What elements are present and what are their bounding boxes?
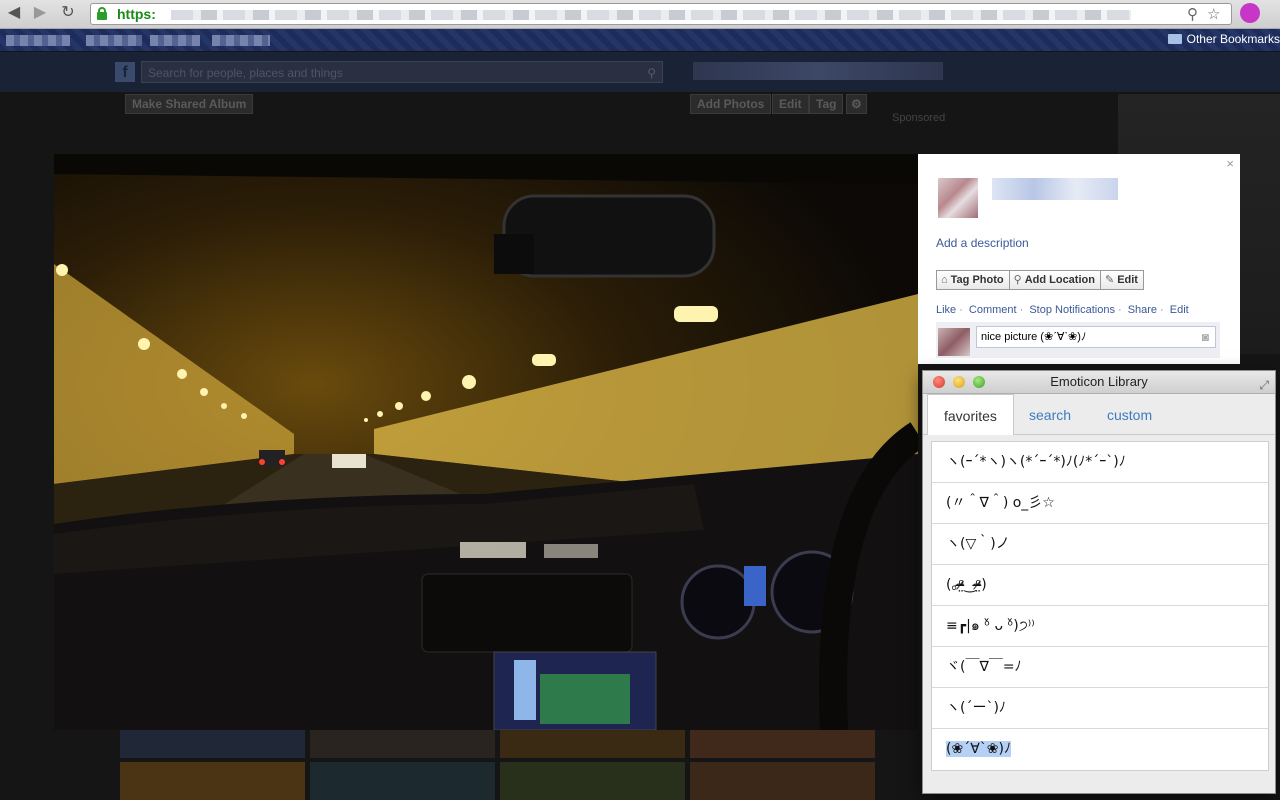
emoticon-text: ≡┏|๑ ᵒ̌ ᴗ ᵒ̌)੭⁾⁾ bbox=[946, 618, 1035, 634]
pencil-icon: ✎ bbox=[1104, 274, 1115, 286]
emoticon-item[interactable]: ヽ(ｰ´*ヽ)ヽ(*´ｰ´*)ﾉ(ﾉ*´ｰ`)ﾉ bbox=[932, 442, 1268, 483]
lock-icon bbox=[97, 7, 107, 20]
camera-icon[interactable]: ◙ bbox=[1202, 327, 1209, 347]
emoticon-item[interactable]: (｡ᵒ̴̶̷̤‿ᵒ̴̶̷̤) bbox=[932, 565, 1268, 606]
close-icon[interactable]: × bbox=[1226, 156, 1234, 171]
thumbnail[interactable] bbox=[310, 730, 495, 758]
thumbnail[interactable] bbox=[120, 762, 305, 800]
close-window-icon[interactable] bbox=[933, 376, 945, 388]
url-redacted bbox=[171, 10, 1131, 20]
edit-photo-label: Edit bbox=[1117, 274, 1138, 286]
minimize-window-icon[interactable] bbox=[953, 376, 965, 388]
add-location-button[interactable]: ⚲ Add Location bbox=[1008, 270, 1101, 290]
fb-header: f Search for people, places and things ⚲ bbox=[0, 52, 1280, 92]
sponsored-label: Sponsored bbox=[892, 112, 946, 124]
forward-arrow-icon[interactable]: ▶ bbox=[30, 3, 50, 23]
fb-user-redacted bbox=[693, 62, 943, 80]
thumbnail[interactable] bbox=[500, 762, 685, 800]
zoom-window-icon[interactable] bbox=[973, 376, 985, 388]
emoticon-text: ヽ(´ー`)ﾉ bbox=[946, 700, 1006, 716]
add-photos-button[interactable]: Add Photos bbox=[690, 94, 772, 114]
bookmark-item[interactable] bbox=[212, 35, 270, 46]
location-pin-icon: ⚲ bbox=[1013, 274, 1022, 286]
bookmark-item[interactable] bbox=[86, 35, 142, 46]
photo-info-panel: × Add a description ⌂ Tag Photo ⚲ Add Loca… bbox=[918, 154, 1240, 364]
fullscreen-icon[interactable]: ⤢ bbox=[1259, 374, 1269, 396]
emoticon-text: (〃＾∇＾) o_彡☆ bbox=[946, 495, 1055, 511]
comment-link[interactable]: Comment bbox=[969, 304, 1017, 316]
edit-link[interactable]: Edit bbox=[1170, 304, 1189, 316]
tag-icon: ⌂ bbox=[941, 274, 948, 286]
url-scheme: https: bbox=[117, 6, 156, 22]
emoticon-item[interactable]: ≡┏|๑ ᵒ̌ ᴗ ᵒ̌)੭⁾⁾ bbox=[932, 606, 1268, 647]
emoticon-item[interactable]: ヽ(´ー`)ﾉ bbox=[932, 688, 1268, 729]
emoticon-text: (｡ᵒ̴̶̷̤‿ᵒ̴̶̷̤) bbox=[946, 577, 987, 593]
make-shared-album-button[interactable]: Make Shared Album bbox=[125, 94, 254, 114]
address-bar[interactable]: https: ⚲ ☆ bbox=[90, 3, 1232, 25]
emoticon-text: ヽ(ｰ´*ヽ)ヽ(*´ｰ´*)ﾉ(ﾉ*´ｰ`)ﾉ bbox=[946, 454, 1126, 470]
photo-links-row: Like · Comment · Stop Notifications · Share… bbox=[936, 304, 1189, 316]
tag-photo-label: Tag Photo bbox=[950, 274, 1004, 286]
album-tag-button[interactable]: Tag bbox=[809, 94, 844, 114]
tag-photo-button[interactable]: ⌂ Tag Photo bbox=[936, 270, 1010, 290]
stop-notifications-link[interactable]: Stop Notifications bbox=[1029, 304, 1115, 316]
browser-toolbar: ◀ ▶ ↻ https: ⚲ ☆ bbox=[0, 0, 1280, 29]
fb-search-placeholder: Search for people, places and things bbox=[148, 66, 343, 80]
emoticon-library-window: Emoticon Library ⤢ favorites search cust… bbox=[922, 370, 1276, 794]
window-title: Emoticon Library bbox=[1050, 374, 1148, 389]
owner-name-redacted[interactable] bbox=[992, 178, 1118, 200]
other-bookmarks-label: Other Bookmarks bbox=[1186, 32, 1280, 46]
emoticon-item-selected[interactable]: (❀ˊ∀ˋ❀)ﾉ bbox=[932, 729, 1268, 770]
thumbnail[interactable] bbox=[690, 762, 875, 800]
thumbnail[interactable] bbox=[310, 762, 495, 800]
emoticon-item[interactable]: (〃＾∇＾) o_彡☆ bbox=[932, 483, 1268, 524]
thumbnail[interactable] bbox=[120, 730, 305, 758]
avatar[interactable] bbox=[938, 178, 978, 218]
window-titlebar[interactable]: Emoticon Library ⤢ bbox=[923, 371, 1275, 394]
add-location-label: Add Location bbox=[1024, 274, 1095, 286]
emoticon-text: ヾ(￣∇￣=ﾉ bbox=[946, 659, 1022, 675]
star-icon[interactable]: ☆ bbox=[1207, 5, 1220, 23]
other-bookmarks[interactable]: Other Bookmarks bbox=[1167, 32, 1280, 46]
emoticon-item[interactable]: ヽ(▽｀)ノ bbox=[932, 524, 1268, 565]
emoticon-list: ヽ(ｰ´*ヽ)ヽ(*´ｰ´*)ﾉ(ﾉ*´ｰ`)ﾉ (〃＾∇＾) o_彡☆ ヽ(▽… bbox=[931, 441, 1269, 771]
thumbnail[interactable] bbox=[690, 730, 875, 758]
photo-action-buttons: ⌂ Tag Photo ⚲ Add Location ✎ Edit bbox=[936, 270, 1144, 290]
settings-icon[interactable]: ⚙ bbox=[846, 94, 867, 114]
comment-box: nice picture (❀ˊ∀ˋ❀)ﾉ ◙ bbox=[936, 322, 1220, 358]
tab-favorites[interactable]: favorites bbox=[927, 394, 1014, 435]
tab-custom[interactable]: custom bbox=[1091, 394, 1168, 434]
reload-icon[interactable]: ↻ bbox=[58, 3, 78, 23]
commenter-avatar bbox=[938, 328, 970, 356]
bookmarks-bar: Other Bookmarks bbox=[0, 29, 1280, 51]
tunnel-photo-illustration bbox=[54, 154, 918, 730]
zoom-icon[interactable]: ⚲ bbox=[1187, 5, 1198, 23]
bookmark-item[interactable] bbox=[6, 35, 70, 46]
emoticon-tabs: favorites search custom bbox=[923, 394, 1275, 435]
search-icon[interactable]: ⚲ bbox=[647, 62, 656, 84]
share-link[interactable]: Share bbox=[1128, 304, 1157, 316]
comment-input[interactable]: nice picture (❀ˊ∀ˋ❀)ﾉ ◙ bbox=[976, 326, 1216, 348]
extension-icon[interactable] bbox=[1240, 3, 1260, 23]
facebook-logo-icon[interactable]: f bbox=[115, 62, 135, 82]
bookmark-item[interactable] bbox=[150, 35, 200, 46]
emoticon-text: (❀ˊ∀ˋ❀)ﾉ bbox=[946, 741, 1011, 757]
folder-icon bbox=[1167, 34, 1182, 44]
thumbnail[interactable] bbox=[500, 730, 685, 758]
emoticon-text: ヽ(▽｀)ノ bbox=[946, 536, 1010, 552]
like-link[interactable]: Like bbox=[936, 304, 956, 316]
comment-text: nice picture (❀ˊ∀ˋ❀)ﾉ bbox=[981, 331, 1087, 343]
emoticon-item[interactable]: ヾ(￣∇￣=ﾉ bbox=[932, 647, 1268, 688]
fb-search-input[interactable]: Search for people, places and things ⚲ bbox=[141, 61, 663, 83]
tab-search[interactable]: search bbox=[1013, 394, 1087, 434]
album-edit-button[interactable]: Edit bbox=[772, 94, 809, 114]
back-arrow-icon[interactable]: ◀ bbox=[4, 3, 24, 23]
add-description-link[interactable]: Add a description bbox=[936, 236, 1029, 250]
edit-photo-button[interactable]: ✎ Edit bbox=[1099, 270, 1144, 290]
photo-tunnel-drive[interactable] bbox=[54, 154, 918, 730]
